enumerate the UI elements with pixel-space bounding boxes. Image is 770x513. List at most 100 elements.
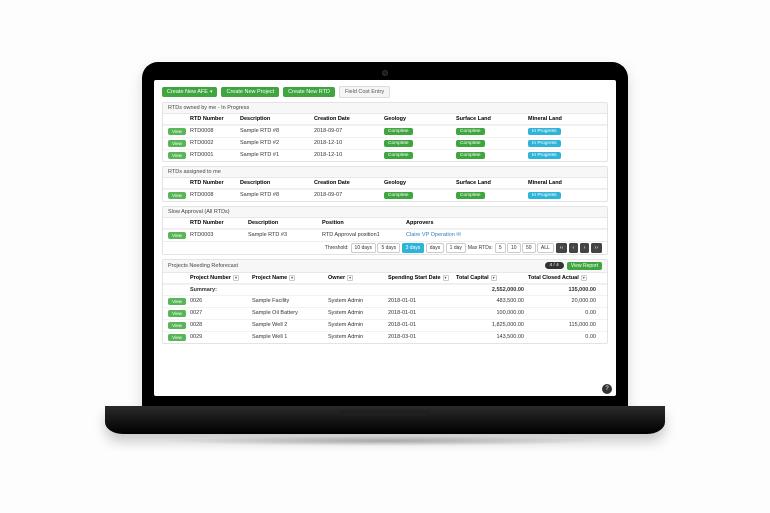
help-fab[interactable]: ? xyxy=(602,384,612,394)
pager-button[interactable]: ‹‹ xyxy=(556,243,567,253)
cell-mineral: In Progress xyxy=(528,192,596,199)
threshold-option[interactable]: 3 days xyxy=(402,243,425,253)
pager-button[interactable]: › xyxy=(580,243,590,253)
max-option[interactable]: 50 xyxy=(522,243,536,253)
cell-rtd-number: RTD0008 xyxy=(190,128,236,134)
pager-button[interactable]: ‹ xyxy=(569,243,579,253)
view-button[interactable]: View xyxy=(168,152,186,159)
status-chip: Complete xyxy=(456,192,485,199)
col-spending-start-date[interactable]: Spending Start Date xyxy=(388,275,441,281)
sort-icon[interactable]: ▾ xyxy=(491,275,497,281)
view-button[interactable]: View xyxy=(168,322,186,329)
status-chip: Complete xyxy=(384,140,413,147)
col-owner[interactable]: Owner xyxy=(328,275,345,281)
col-geology: Geology xyxy=(384,116,452,122)
panel-rtds-owned: RTDs owned by me - In Progress RTD Numbe… xyxy=(162,102,608,162)
view-button[interactable]: View xyxy=(168,140,186,147)
view-button[interactable]: View xyxy=(168,310,186,317)
create-afe-button[interactable]: Create New AFE ▾ xyxy=(162,87,217,97)
cell-date: 2018-12-10 xyxy=(314,152,380,158)
cell-geology: Complete xyxy=(384,140,452,147)
cell-project-name: Sample Well 2 xyxy=(252,322,324,328)
summary-closed: 135,000.00 xyxy=(528,287,596,293)
col-surface-land: Surface Land xyxy=(456,180,524,186)
cell-closed: 0.00 xyxy=(528,334,596,340)
dropdown-caret-icon: ▾ xyxy=(210,89,213,95)
create-rtd-label: Create New RTD xyxy=(288,89,330,95)
summary-row: Summary: 2,552,000.00 135,000.00 xyxy=(163,284,607,295)
col-mineral-land: Mineral Land xyxy=(528,180,596,186)
cell-date: 2018-01-01 xyxy=(388,310,452,316)
view-button[interactable]: View xyxy=(168,128,186,135)
cell-date: 2018-12-10 xyxy=(314,140,380,146)
cell-project-number: 0026 xyxy=(190,298,248,304)
col-creation-date: Creation Date xyxy=(314,116,380,122)
status-chip: Complete xyxy=(456,152,485,159)
cell-mineral: In Progress xyxy=(528,152,596,159)
cell-description: Sample RTD #8 xyxy=(240,192,310,198)
field-cost-entry-button[interactable]: Field Cost Entry xyxy=(339,86,390,98)
max-option[interactable]: ALL xyxy=(537,243,554,253)
table-row: View RTD0001 Sample RTD #1 2018-12-10 Co… xyxy=(163,149,607,161)
view-button[interactable]: View xyxy=(168,232,186,239)
summary-capital: 2,552,000.00 xyxy=(456,287,524,293)
threshold-option[interactable]: 5 days xyxy=(377,243,400,253)
cell-capital: 1,825,000.00 xyxy=(456,322,524,328)
col-total-capital[interactable]: Total Capital xyxy=(456,275,489,281)
panel-slow-approval: Slow Approval (All RTDs) RTD Number Desc… xyxy=(162,206,608,255)
cell-date: 2018-03-01 xyxy=(388,334,452,340)
col-total-closed-actual[interactable]: Total Closed Actual xyxy=(528,275,579,281)
threshold-option[interactable]: days xyxy=(426,243,445,253)
cell-surface: Complete xyxy=(456,140,524,147)
cell-capital: 483,500.00 xyxy=(456,298,524,304)
cell-capital: 100,000.00 xyxy=(456,310,524,316)
max-rtds-label: Max RTDs: xyxy=(468,245,493,251)
table-row: View RTD0008 Sample RTD #8 2018-09-07 Co… xyxy=(163,189,607,201)
threshold-option[interactable]: 10 days xyxy=(351,243,377,253)
cell-geology: Complete xyxy=(384,128,452,135)
cell-position: RTD Approval position1 xyxy=(322,232,402,238)
status-chip: Complete xyxy=(456,128,485,135)
sort-icon[interactable]: ▾ xyxy=(233,275,239,281)
cell-owner: System Admin xyxy=(328,298,384,304)
status-chip: In Progress xyxy=(528,152,561,159)
col-description: Description xyxy=(248,220,318,226)
view-report-button[interactable]: View Report xyxy=(567,262,602,270)
status-chip: Complete xyxy=(456,140,485,147)
main-toolbar: Create New AFE ▾ Create New Project Crea… xyxy=(162,86,608,98)
mail-icon[interactable]: ✉ xyxy=(456,232,461,238)
panel-title: RTDs assigned to me xyxy=(163,167,607,178)
cell-surface: Complete xyxy=(456,192,524,199)
view-button[interactable]: View xyxy=(168,334,186,341)
cell-mineral: In Progress xyxy=(528,128,596,135)
create-afe-label: Create New AFE xyxy=(167,89,208,95)
panel-title: RTDs owned by me - In Progress xyxy=(163,103,607,114)
max-option[interactable]: 5 xyxy=(495,243,506,253)
sort-icon[interactable]: ▾ xyxy=(443,275,449,281)
col-project-number[interactable]: Project Number xyxy=(190,275,231,281)
sort-icon[interactable]: ▾ xyxy=(289,275,295,281)
col-approvers: Approvers xyxy=(406,220,526,226)
field-cost-entry-label: Field Cost Entry xyxy=(345,89,384,95)
view-button[interactable]: View xyxy=(168,298,186,305)
table-row: View RTD0008 Sample RTD #8 2018-09-07 Co… xyxy=(163,125,607,137)
create-project-button[interactable]: Create New Project xyxy=(221,87,279,97)
status-chip: In Progress xyxy=(528,140,561,147)
max-option[interactable]: 10 xyxy=(507,243,521,253)
threshold-filter-bar: Threshold: 10 days 5 days 3 days days 1 … xyxy=(163,241,607,254)
col-geology: Geology xyxy=(384,180,452,186)
threshold-option[interactable]: 1 day xyxy=(446,243,466,253)
cell-closed: 20,000.00 xyxy=(528,298,596,304)
create-rtd-button[interactable]: Create New RTD xyxy=(283,87,335,97)
col-surface-land: Surface Land xyxy=(456,116,524,122)
col-project-name[interactable]: Project Name xyxy=(252,275,287,281)
col-creation-date: Creation Date xyxy=(314,180,380,186)
table-header: RTD Number Description Creation Date Geo… xyxy=(163,178,607,189)
view-button[interactable]: View xyxy=(168,192,186,199)
cell-closed: 115,000.00 xyxy=(528,322,596,328)
sort-icon[interactable]: ▾ xyxy=(581,275,587,281)
pager-button[interactable]: ›› xyxy=(591,243,602,253)
cell-project-name: Sample Facility xyxy=(252,298,324,304)
create-project-label: Create New Project xyxy=(226,89,274,95)
sort-icon[interactable]: ▾ xyxy=(347,275,353,281)
